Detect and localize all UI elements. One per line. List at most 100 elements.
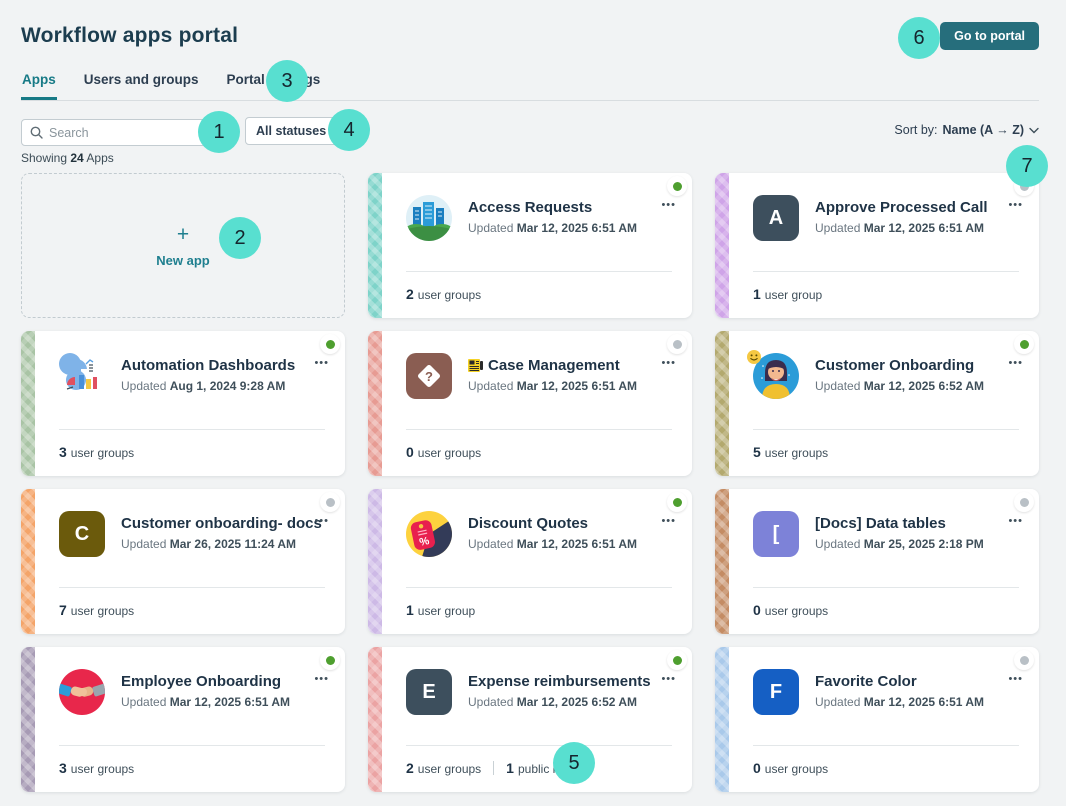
app-title: Customer onboarding- docs	[121, 515, 305, 532]
card-menu-button[interactable]: •••	[661, 357, 676, 369]
svg-text:?: ?	[425, 369, 433, 384]
plus-icon: +	[177, 224, 189, 245]
handshake-icon	[59, 669, 105, 715]
status-dot	[673, 656, 682, 665]
chevron-down-icon	[1029, 127, 1039, 134]
app-updated: Updated Mar 12, 2025 6:51 AM	[468, 537, 637, 551]
letter-a-icon: A	[753, 195, 799, 241]
card-menu-button[interactable]: •••	[661, 515, 676, 527]
app-title: Access Requests	[468, 199, 637, 216]
user-groups-stat: 1user group	[753, 286, 822, 302]
divider	[406, 587, 672, 588]
sort-by-dropdown[interactable]: Sort by: Name (A → Z)	[894, 123, 1039, 137]
city-illustration-icon	[406, 195, 452, 241]
tab-users-and-groups[interactable]: Users and groups	[83, 72, 200, 100]
card-menu-button[interactable]: •••	[1008, 199, 1023, 211]
apps-grid: + New app •••	[21, 173, 1039, 792]
status-dot	[1020, 498, 1029, 507]
letter-c-icon: C	[59, 511, 105, 557]
card-accent-stripe	[21, 331, 35, 476]
app-card-expense-reimbursements[interactable]: ••• E Expense reimbursements Updated Mar…	[368, 647, 692, 792]
status-indicator	[1014, 650, 1034, 670]
user-groups-stat: 3user groups	[59, 444, 134, 460]
status-indicator	[667, 334, 687, 354]
app-updated: Updated Mar 12, 2025 6:51 AM	[468, 221, 637, 235]
user-groups-stat: 5user groups	[753, 444, 828, 460]
new-app-label: New app	[156, 253, 209, 268]
status-indicator	[320, 492, 340, 512]
status-dot	[673, 182, 682, 191]
user-groups-stat: 2user groups	[406, 286, 481, 302]
user-groups-stat: 3user groups	[59, 760, 134, 776]
card-menu-button[interactable]: •••	[1008, 515, 1023, 527]
app-title: Discount Quotes	[468, 515, 637, 532]
callout-badge-7: 7	[1006, 145, 1048, 187]
status-indicator	[320, 334, 340, 354]
search-icon	[30, 126, 43, 139]
new-app-button[interactable]: + New app	[21, 173, 345, 318]
app-card-access-requests[interactable]: •••	[368, 173, 692, 318]
app-card-favorite-color[interactable]: ••• F Favorite Color Updated Mar 12, 202…	[715, 647, 1039, 792]
bracket-icon: [	[753, 511, 799, 557]
card-menu-button[interactable]: •••	[314, 515, 329, 527]
app-updated: Updated Mar 12, 2025 6:51 AM	[468, 379, 637, 393]
app-card-employee-onboarding[interactable]: ••• Emp	[21, 647, 345, 792]
price-tag-icon: %	[406, 511, 452, 557]
status-dot	[326, 340, 335, 349]
app-title: Case Management	[468, 357, 637, 374]
divider	[753, 587, 1019, 588]
go-to-portal-button[interactable]: Go to portal	[940, 22, 1039, 50]
user-groups-stat: 0user groups	[753, 760, 828, 776]
status-indicator	[667, 492, 687, 512]
user-groups-stat: 2user groups	[406, 760, 481, 776]
card-accent-stripe	[715, 489, 729, 634]
callout-badge-3: 3	[266, 60, 308, 102]
status-dot	[1020, 340, 1029, 349]
card-accent-stripe	[21, 647, 35, 792]
divider	[59, 429, 325, 430]
app-card-automation-dashboards[interactable]: •••	[21, 331, 345, 476]
card-accent-stripe	[368, 173, 382, 318]
workflow-apps-portal-page: Workflow apps portal Go to portal Apps U…	[0, 0, 1066, 806]
app-updated: Updated Mar 12, 2025 6:52 AM	[468, 695, 651, 709]
card-accent-stripe	[368, 489, 382, 634]
app-card-customer-onboarding-docs[interactable]: ••• C Customer onboarding- docs Updated …	[21, 489, 345, 634]
stat-divider	[493, 761, 494, 775]
callout-badge-6: 6	[898, 17, 940, 59]
app-updated: Updated Mar 12, 2025 6:52 AM	[815, 379, 984, 393]
app-card-discount-quotes[interactable]: ••• %	[368, 489, 692, 634]
question-diamond-icon: ?	[406, 353, 452, 399]
status-indicator	[320, 650, 340, 670]
card-menu-button[interactable]: •••	[661, 199, 676, 211]
app-updated: Updated Mar 12, 2025 6:51 AM	[815, 695, 984, 709]
search-input[interactable]	[49, 126, 198, 140]
newspaper-emoji-icon	[468, 359, 483, 372]
search-input-wrap[interactable]	[21, 119, 207, 146]
divider	[59, 745, 325, 746]
app-title: Employee Onboarding	[121, 673, 290, 690]
status-dot	[326, 656, 335, 665]
app-title: Customer Onboarding	[815, 357, 984, 374]
app-card-docs-data-tables[interactable]: ••• [ [Docs] Data tables Updated Mar 25,…	[715, 489, 1039, 634]
chart-illustration-icon	[59, 353, 105, 399]
card-menu-button[interactable]: •••	[661, 673, 676, 685]
status-indicator	[1014, 492, 1034, 512]
divider	[59, 587, 325, 588]
app-card-customer-onboarding[interactable]: •••	[715, 331, 1039, 476]
app-updated: Updated Mar 12, 2025 6:51 AM	[815, 221, 988, 235]
letter-f-icon: F	[753, 669, 799, 715]
card-menu-button[interactable]: •••	[314, 673, 329, 685]
card-menu-button[interactable]: •••	[1008, 357, 1023, 369]
callout-badge-4: 4	[328, 109, 370, 151]
app-card-case-management[interactable]: ••• ? Case	[368, 331, 692, 476]
letter-e-icon: E	[406, 669, 452, 715]
app-updated: Updated Mar 12, 2025 6:51 AM	[121, 695, 290, 709]
card-menu-button[interactable]: •••	[314, 357, 329, 369]
user-groups-stat: 0user groups	[753, 602, 828, 618]
app-card-approve-processed-call[interactable]: ••• A Approve Processed Call Updated Mar…	[715, 173, 1039, 318]
card-menu-button[interactable]: •••	[1008, 673, 1023, 685]
divider	[753, 271, 1019, 272]
app-title: Approve Processed Call	[815, 199, 988, 216]
status-dot	[326, 498, 335, 507]
tab-apps[interactable]: Apps	[21, 72, 57, 100]
